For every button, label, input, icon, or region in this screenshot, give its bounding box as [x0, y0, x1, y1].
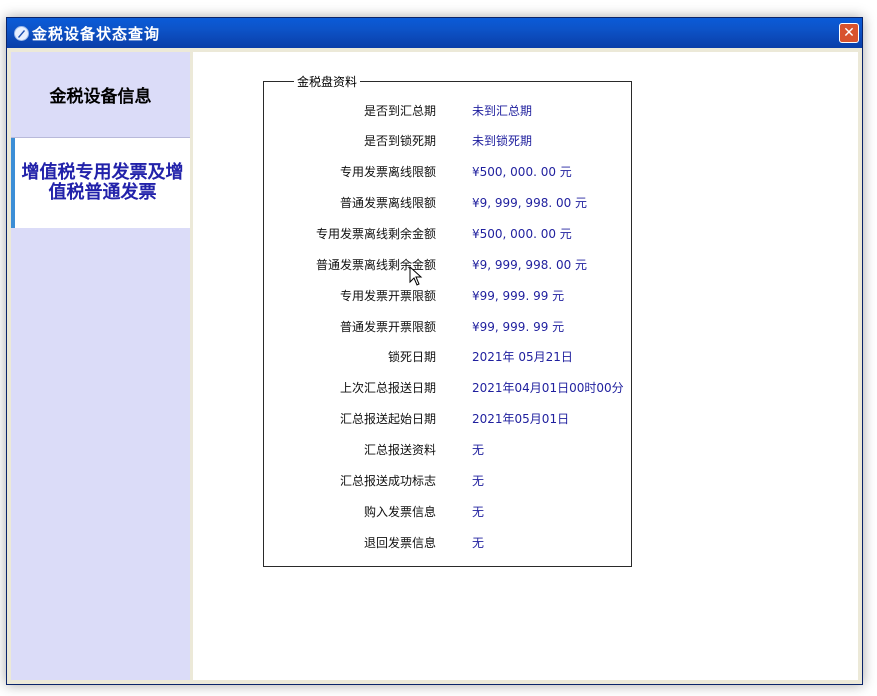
info-row: 上次汇总报送日期 2021年04月01日00时00分: [264, 377, 631, 397]
row-value: ¥99, 999. 99 元: [472, 320, 565, 334]
row-value: 无: [472, 443, 485, 457]
info-row: 普通发票离线限额 ¥9, 999, 998. 00 元: [264, 192, 631, 212]
info-row: 购入发票信息 无: [264, 501, 631, 521]
info-row: 专用发票离线剩余金额 ¥500, 000. 00 元: [264, 223, 631, 243]
row-value: 未到锁死期: [472, 134, 533, 148]
client-area: 金税设备信息 增值税专用发票及增值税普通发票 金税盘资料 是否到汇总期 未到汇总…: [11, 52, 858, 680]
row-label: 普通发票开票限额: [339, 320, 436, 334]
info-row: 汇总报送成功标志 无: [264, 470, 631, 490]
row-value: 无: [472, 505, 485, 519]
group-title: 金税盘资料: [294, 73, 361, 90]
row-label: 普通发票离线限额: [339, 196, 436, 210]
tax-disk-info-group: 金税盘资料 是否到汇总期 未到汇总期 是否到锁死期 未到锁死期 专用发票离线限额…: [263, 73, 632, 567]
info-row: 退回发票信息 无: [264, 532, 631, 552]
row-label: 专用发票开票限额: [339, 289, 436, 303]
sidebar-item-label: 增值税专用发票及增值税普通发票: [21, 162, 184, 203]
mouse-pointer-icon: [409, 266, 423, 286]
row-label: 购入发票信息: [363, 505, 436, 519]
row-label: 汇总报送起始日期: [339, 412, 436, 426]
row-label: 锁死日期: [387, 350, 436, 364]
row-label: 专用发票离线剩余金额: [315, 227, 436, 241]
info-row: 普通发票离线剩余金额 ¥9, 999, 998. 00 元: [264, 254, 631, 274]
query-window: 金税设备状态查询 ✕ 金税设备信息 增值税专用发票及增值税普通发票 金税盘资料 …: [6, 17, 863, 685]
row-value: ¥9, 999, 998. 00 元: [472, 196, 588, 210]
info-row: 是否到锁死期 未到锁死期: [264, 130, 631, 150]
row-value: 2021年05月01日: [472, 412, 570, 426]
info-row: 是否到汇总期 未到汇总期: [264, 100, 631, 120]
sidebar-item-label: 金税设备信息: [49, 87, 152, 107]
sidebar-item-device-info[interactable]: 金税设备信息: [11, 52, 190, 138]
row-label: 是否到锁死期: [363, 134, 436, 148]
info-row: 专用发票开票限额 ¥99, 999. 99 元: [264, 285, 631, 305]
row-value: ¥500, 000. 00 元: [472, 165, 572, 179]
row-value: ¥500, 000. 00 元: [472, 227, 572, 241]
row-value: ¥99, 999. 99 元: [472, 289, 565, 303]
title-bar[interactable]: 金税设备状态查询 ✕: [7, 18, 862, 48]
info-row: 专用发票离线限额 ¥500, 000. 00 元: [264, 161, 631, 181]
row-label: 汇总报送成功标志: [339, 474, 436, 488]
row-label: 是否到汇总期: [363, 104, 436, 118]
info-row: 锁死日期 2021年 05月21日: [264, 346, 631, 366]
info-row: 普通发票开票限额 ¥99, 999. 99 元: [264, 316, 631, 336]
row-label: 汇总报送资料: [363, 443, 436, 457]
row-value: 无: [472, 536, 485, 550]
row-label: 退回发票信息: [363, 536, 436, 550]
info-row: 汇总报送资料 无: [264, 439, 631, 459]
info-row: 汇总报送起始日期 2021年05月01日: [264, 408, 631, 428]
row-value: 2021年 05月21日: [472, 350, 573, 364]
window-title: 金税设备状态查询: [32, 25, 161, 43]
row-label: 专用发票离线限额: [339, 165, 436, 179]
row-value: 无: [472, 474, 485, 488]
row-label: 上次汇总报送日期: [339, 381, 436, 395]
row-value: 2021年04月01日00时00分: [472, 381, 624, 395]
content-panel: 金税盘资料 是否到汇总期 未到汇总期 是否到锁死期 未到锁死期 专用发票离线限额…: [193, 52, 858, 680]
sidebar: 金税设备信息 增值税专用发票及增值税普通发票: [11, 52, 190, 680]
close-icon: ✕: [843, 25, 855, 41]
row-value: 未到汇总期: [472, 104, 533, 118]
sidebar-item-invoices[interactable]: 增值税专用发票及增值税普通发票: [11, 138, 190, 228]
row-value: ¥9, 999, 998. 00 元: [472, 258, 588, 272]
app-icon: [14, 26, 29, 41]
close-button[interactable]: ✕: [839, 23, 859, 43]
